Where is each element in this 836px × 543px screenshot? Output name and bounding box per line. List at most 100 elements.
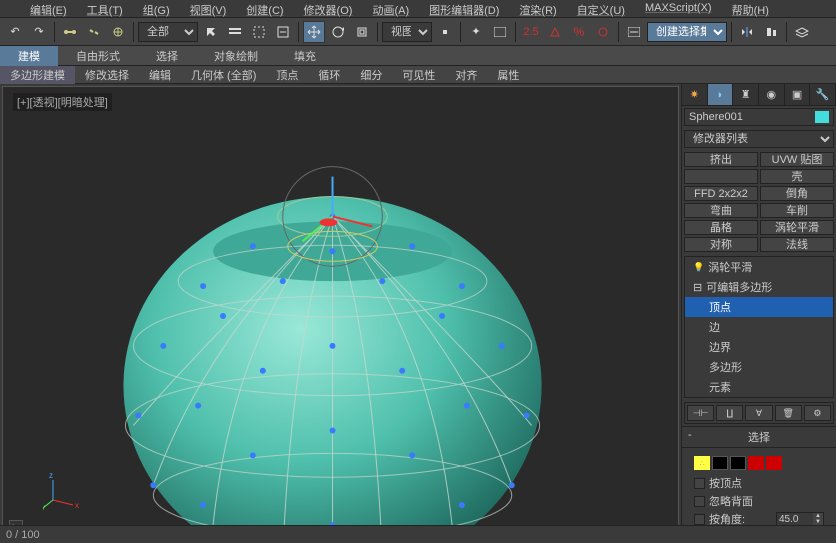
pin-stack-button[interactable]: ⊣⊢ [687,405,714,421]
ribbon-tab-objectpaint[interactable]: 对象绘制 [196,46,276,66]
rollout-selection-header[interactable]: 选择 [682,426,836,448]
percent-snap-button[interactable]: % [568,21,590,43]
stack-edge[interactable]: 边 [685,317,833,337]
viewport-label[interactable]: [+][透视][明暗处理] [13,93,112,111]
window-crossing-button[interactable] [272,21,294,43]
ribbon-tab-selection[interactable]: 选择 [138,46,196,66]
align-button[interactable] [760,21,782,43]
menu-help[interactable]: 帮助(H) [722,2,779,15]
btn-turbosmooth[interactable]: 涡轮平滑 [760,220,834,235]
btn-uvw[interactable]: UVW 贴图 [760,152,834,167]
menu-customize[interactable]: 自定义(U) [567,2,635,15]
object-color-swatch[interactable] [815,111,829,123]
btn-bend[interactable]: 弯曲 [684,203,758,218]
link-button[interactable] [59,21,81,43]
ribbon-tab-freeform[interactable]: 自由形式 [58,46,138,66]
pivot-button[interactable] [434,21,456,43]
by-vertex-checkbox[interactable] [694,478,705,489]
subobj-element-button[interactable] [766,456,782,470]
angle-input[interactable] [777,513,813,525]
ribbon-tab-populate[interactable]: 填充 [276,46,334,66]
btn-symmetry[interactable]: 对称 [684,237,758,252]
menu-modifier[interactable]: 修改器(O) [294,2,363,15]
btn-lattice[interactable]: 晶格 [684,220,758,235]
named-selection-select[interactable]: 创建选择集 [647,22,727,42]
select-region-button[interactable] [248,21,270,43]
move-button[interactable] [303,21,325,43]
stack-vertex[interactable]: 顶点 [685,297,833,317]
redo-button[interactable]: ↷ [28,21,50,43]
angle-spinner[interactable]: ▲▼ [776,512,824,526]
remove-modifier-button[interactable]: 🗑 [775,405,802,421]
spinner-snap-button[interactable] [592,21,614,43]
manipulate-button[interactable]: ✦ [465,21,487,43]
tab-create[interactable]: ✷ [682,84,708,105]
selection-filter-select[interactable]: 全部 [138,22,198,42]
subobj-vertex-button[interactable]: ∴ [694,456,710,470]
btn-lathe[interactable]: 车削 [760,203,834,218]
subribbon-subdivide[interactable]: 细分 [350,66,392,84]
stack-element[interactable]: 元素 [685,377,833,397]
tab-modify[interactable]: ◗ [708,84,734,105]
tab-display[interactable]: ▣ [785,84,811,105]
configure-sets-button[interactable]: ⚙ [804,405,831,421]
subobj-edge-button[interactable] [712,456,728,470]
menu-animation[interactable]: 动画(A) [362,2,419,15]
ignore-backface-checkbox[interactable] [694,496,705,507]
keyboard-shortcut-button[interactable] [489,21,511,43]
ref-coord-select[interactable]: 视图 [382,22,432,42]
stack-turbosmooth[interactable]: 💡涡轮平滑 [685,257,833,277]
object-name-field[interactable]: Sphere001 [684,108,834,126]
stack-polygon[interactable]: 多边形 [685,357,833,377]
tab-utilities[interactable]: 🔧 [810,84,836,105]
unlink-button[interactable] [83,21,105,43]
btn-ffd[interactable]: FFD 2x2x2 [684,186,758,201]
subribbon-geometry[interactable]: 几何体 (全部) [181,66,266,84]
undo-button[interactable]: ↶ [4,21,26,43]
menu-create[interactable]: 创建(C) [236,2,293,15]
bind-button[interactable] [107,21,129,43]
menu-edit[interactable]: 编辑(E) [20,2,77,15]
btn-extrude[interactable]: 挤出 [684,152,758,167]
menu-render[interactable]: 渲染(R) [509,2,566,15]
show-end-result-button[interactable]: ∐ [716,405,743,421]
stack-border[interactable]: 边界 [685,337,833,357]
tab-hierarchy[interactable]: ♜ [733,84,759,105]
modifier-list-dropdown[interactable]: 修改器列表 [684,130,834,148]
subribbon-align[interactable]: 对齐 [445,66,487,84]
subobj-polygon-button[interactable] [748,456,764,470]
by-angle-checkbox[interactable] [694,514,705,525]
btn-shell[interactable]: 壳 [760,169,834,184]
menu-grapheditor[interactable]: 图形编辑器(D) [419,2,509,15]
edit-named-sel-button[interactable] [623,21,645,43]
viewport-perspective[interactable]: [+][透视][明暗处理] [2,86,679,541]
btn-empty1[interactable] [684,169,758,184]
subobj-border-button[interactable] [730,456,746,470]
layers-button[interactable] [791,21,813,43]
subribbon-visibility[interactable]: 可见性 [392,66,445,84]
subribbon-properties[interactable]: 属性 [487,66,529,84]
subribbon-loop[interactable]: 循环 [308,66,350,84]
menu-view[interactable]: 视图(V) [180,2,237,15]
scale-button[interactable] [351,21,373,43]
select-object-button[interactable] [200,21,222,43]
ribbon-tab-modeling[interactable]: 建模 [0,46,58,66]
make-unique-button[interactable]: ∀ [745,405,772,421]
mirror-button[interactable] [736,21,758,43]
select-by-name-button[interactable] [224,21,246,43]
menu-tools[interactable]: 工具(T) [77,2,133,15]
subribbon-polymodel[interactable]: 多边形建模 [0,66,75,84]
subribbon-modifysel[interactable]: 修改选择 [75,66,139,84]
snap-toggle-button[interactable]: 2.5 [520,21,542,43]
subribbon-vertex[interactable]: 顶点 [266,66,308,84]
expand-icon[interactable]: ⊟ [693,281,702,294]
subribbon-edit[interactable]: 编辑 [139,66,181,84]
rotate-button[interactable] [327,21,349,43]
angle-snap-button[interactable] [544,21,566,43]
menu-maxscript[interactable]: MAXScript(X) [635,2,722,15]
tab-motion[interactable]: ◉ [759,84,785,105]
stack-editable-poly[interactable]: ⊟可编辑多边形 [685,277,833,297]
btn-normal[interactable]: 法线 [760,237,834,252]
bulb-icon[interactable]: 💡 [693,262,704,273]
menu-group[interactable]: 组(G) [133,2,180,15]
